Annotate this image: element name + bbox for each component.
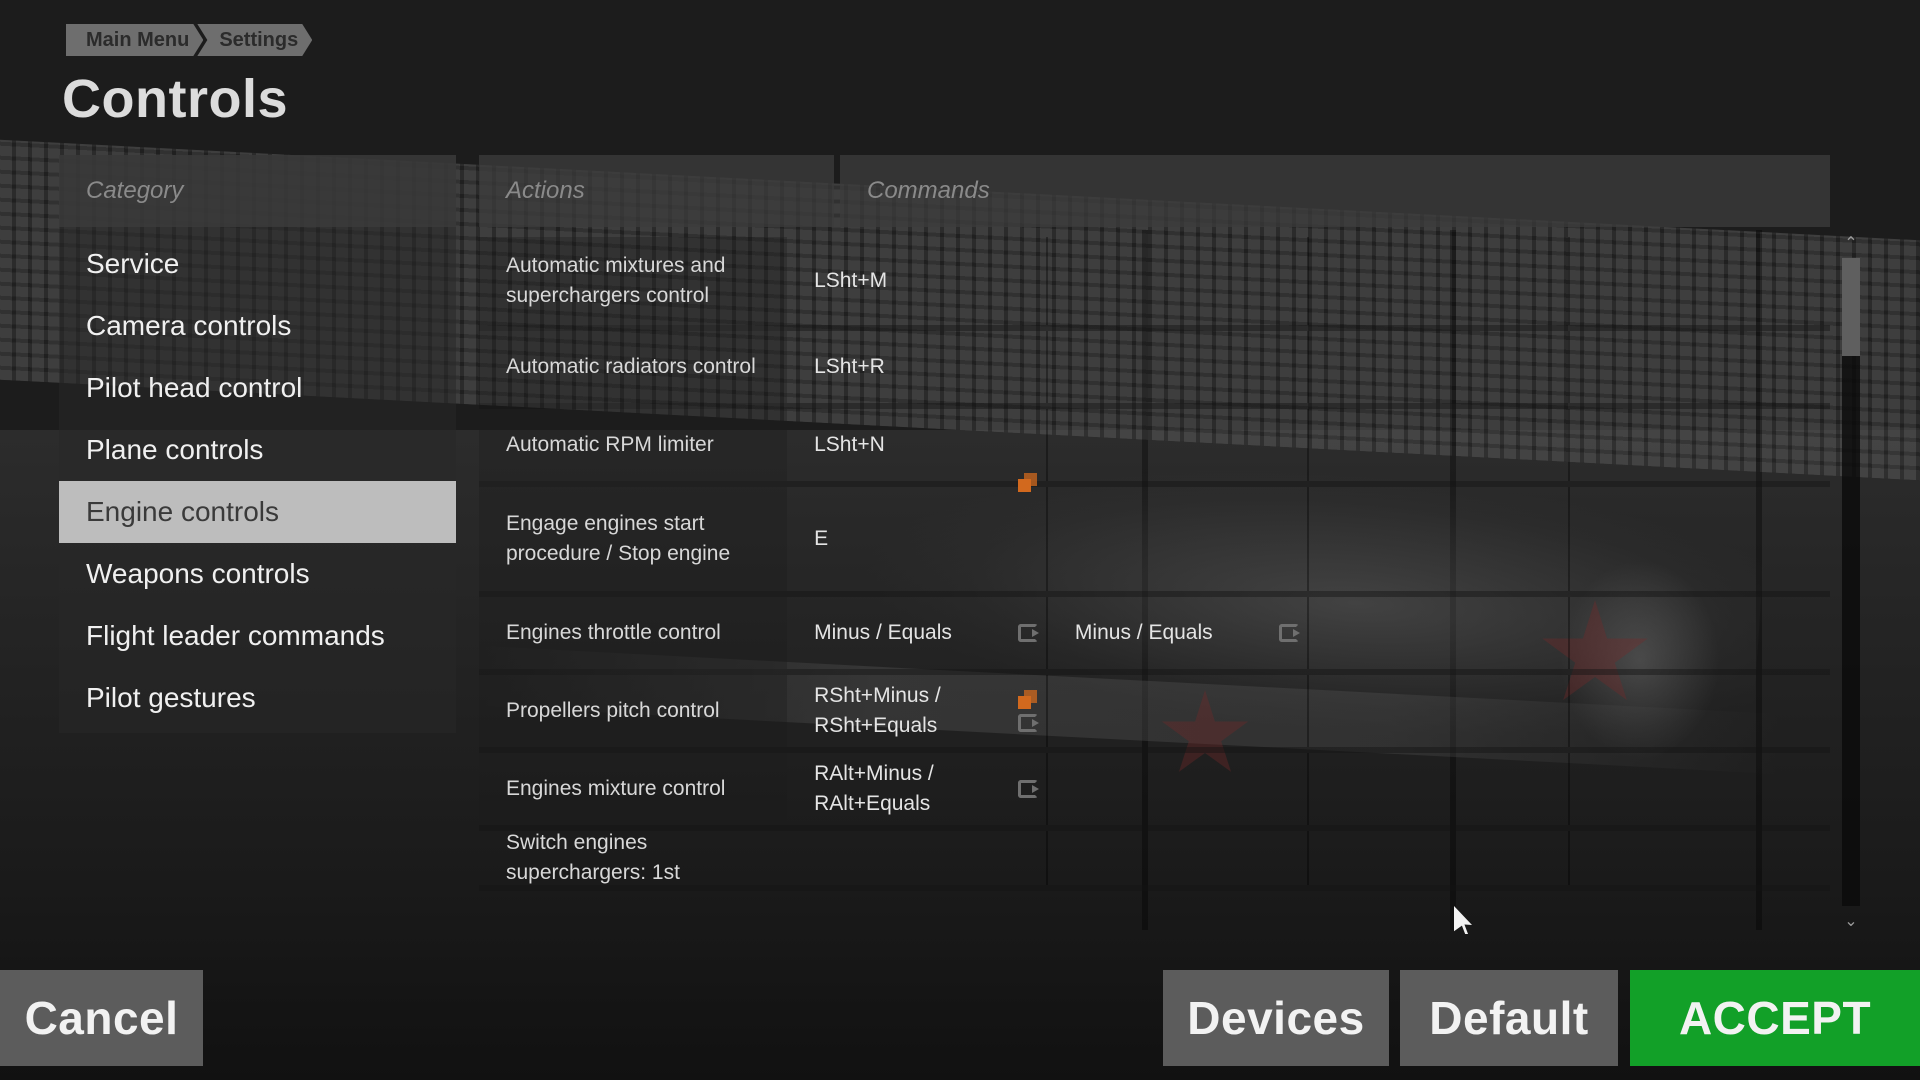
- command-slot-2[interactable]: [1048, 237, 1309, 325]
- scroll-up-arrow-icon[interactable]: ⌃: [1840, 234, 1862, 252]
- command-icon-group: [1017, 780, 1039, 798]
- category-header: Category: [59, 155, 456, 227]
- scroll-down-arrow-icon[interactable]: ⌄: [1840, 912, 1862, 930]
- conflict-icon[interactable]: [1017, 473, 1038, 493]
- command-icon-group: [1017, 624, 1039, 642]
- command-slot-2[interactable]: [1048, 487, 1309, 591]
- table-header: Actions Commands: [479, 155, 1830, 227]
- category-panel: Category Service Camera controls Pilot hea…: [59, 155, 456, 733]
- command-slot-2[interactable]: [1048, 753, 1309, 825]
- command-slot-1[interactable]: RAlt+Minus / RAlt+Equals: [787, 753, 1048, 825]
- axis-icon[interactable]: [1278, 624, 1300, 642]
- table-row[interactable]: Engines throttle control Minus / Equals Mi…: [479, 597, 1830, 675]
- conflict-icon[interactable]: [1017, 690, 1038, 710]
- table-row[interactable]: Engage engines start procedure / Stop en…: [479, 473, 1830, 597]
- table-row[interactable]: Propellers pitch control RSht+Minus / RSh…: [479, 675, 1830, 753]
- command-slot-1[interactable]: RSht+Minus / RSht+Equals: [787, 675, 1048, 747]
- command-slot-4[interactable]: [1570, 675, 1830, 747]
- table-row[interactable]: Engines mixture control RAlt+Minus / RAlt…: [479, 753, 1830, 831]
- command-slot-1[interactable]: [787, 831, 1048, 885]
- axis-icon[interactable]: [1017, 780, 1039, 798]
- action-label: Switch engines superchargers: 1st: [479, 831, 788, 885]
- command-binding: Minus / Equals: [814, 621, 952, 644]
- category-item[interactable]: Camera controls: [59, 295, 456, 357]
- category-item[interactable]: Service: [59, 233, 456, 295]
- category-list: Service Camera controls Pilot head control…: [59, 227, 456, 729]
- action-label: Automatic mixtures and superchargers con…: [479, 237, 788, 325]
- category-item[interactable]: Engine controls: [59, 481, 456, 543]
- command-icon-group: [1017, 473, 1038, 493]
- action-label: Automatic RPM limiter: [479, 409, 788, 481]
- command-slot-3[interactable]: [1309, 753, 1570, 825]
- command-binding: LSht+M: [814, 269, 888, 292]
- table-row[interactable]: Automatic radiators control LSht+R: [479, 331, 1830, 409]
- category-item[interactable]: Pilot head control: [59, 357, 456, 419]
- command-binding: Minus / Equals: [1074, 621, 1213, 644]
- action-label: Engines throttle control: [479, 597, 788, 669]
- command-binding: RSht+Minus / RSht+Equals: [814, 684, 941, 737]
- command-slot-3[interactable]: [1309, 237, 1570, 325]
- command-slot-2[interactable]: [1048, 331, 1309, 403]
- breadcrumb: Main Menu Settings: [66, 24, 312, 56]
- command-slot-4[interactable]: [1570, 597, 1830, 669]
- command-slot-4[interactable]: [1570, 237, 1830, 325]
- command-binding: LSht+R: [814, 355, 885, 378]
- command-slot-4[interactable]: [1570, 753, 1830, 825]
- command-slot-3[interactable]: [1309, 487, 1570, 591]
- command-slot-1[interactable]: Minus / Equals: [787, 597, 1048, 669]
- command-slot-2[interactable]: [1048, 675, 1309, 747]
- command-slot-3[interactable]: [1309, 831, 1570, 885]
- command-slot-4[interactable]: [1570, 331, 1830, 403]
- breadcrumb-settings[interactable]: Settings: [197, 24, 312, 56]
- default-button[interactable]: Default: [1400, 970, 1618, 1066]
- command-slot-3[interactable]: [1309, 409, 1570, 481]
- cancel-button[interactable]: Cancel: [0, 970, 203, 1066]
- devices-button[interactable]: Devices: [1163, 970, 1389, 1066]
- axis-icon[interactable]: [1017, 624, 1039, 642]
- action-label: Engines mixture control: [479, 753, 788, 825]
- command-slot-1[interactable]: LSht+M: [787, 237, 1048, 325]
- command-slot-1[interactable]: LSht+N: [787, 409, 1048, 481]
- category-item[interactable]: Flight leader commands: [59, 605, 456, 667]
- command-slot-3[interactable]: [1309, 331, 1570, 403]
- controls-table: Actions Commands Automatic mixtures and …: [479, 155, 1830, 933]
- scrollbar[interactable]: [1842, 258, 1860, 906]
- table-row[interactable]: Automatic mixtures and superchargers con…: [479, 237, 1830, 331]
- command-icon-group: [1278, 624, 1300, 642]
- actions-header: Actions: [479, 155, 834, 227]
- category-item[interactable]: Weapons controls: [59, 543, 456, 605]
- command-binding: E: [814, 527, 829, 550]
- category-item[interactable]: Plane controls: [59, 419, 456, 481]
- command-slot-4[interactable]: [1570, 487, 1830, 591]
- command-slot-3[interactable]: [1309, 675, 1570, 747]
- axis-icon[interactable]: [1017, 714, 1039, 732]
- command-slot-3[interactable]: [1309, 597, 1570, 669]
- command-slot-2[interactable]: [1048, 409, 1309, 481]
- command-slot-2[interactable]: Minus / Equals: [1048, 597, 1309, 669]
- commands-header: Commands: [840, 155, 1830, 227]
- command-icon-group: [1017, 690, 1039, 732]
- action-label: Engage engines start procedure / Stop en…: [479, 487, 788, 591]
- command-slot-4[interactable]: [1570, 831, 1830, 885]
- command-slot-1[interactable]: E: [787, 473, 1048, 591]
- page-title: Controls: [62, 69, 288, 129]
- action-label: Propellers pitch control: [479, 675, 788, 747]
- command-binding: RAlt+Minus / RAlt+Equals: [814, 762, 934, 815]
- command-binding: LSht+N: [814, 433, 885, 456]
- command-slot-4[interactable]: [1570, 409, 1830, 481]
- accept-button[interactable]: ACCEPT: [1630, 970, 1920, 1066]
- command-slot-1[interactable]: LSht+R: [787, 331, 1048, 403]
- breadcrumb-main-menu[interactable]: Main Menu: [66, 24, 203, 56]
- table-row[interactable]: Automatic RPM limiter LSht+N: [479, 409, 1830, 487]
- command-slot-2[interactable]: [1048, 831, 1309, 885]
- scrollbar-thumb[interactable]: [1842, 258, 1860, 356]
- table-row[interactable]: Switch engines superchargers: 1st: [479, 831, 1830, 891]
- action-label: Automatic radiators control: [479, 331, 788, 403]
- category-item[interactable]: Pilot gestures: [59, 667, 456, 729]
- table-rows[interactable]: Automatic mixtures and superchargers con…: [479, 237, 1830, 933]
